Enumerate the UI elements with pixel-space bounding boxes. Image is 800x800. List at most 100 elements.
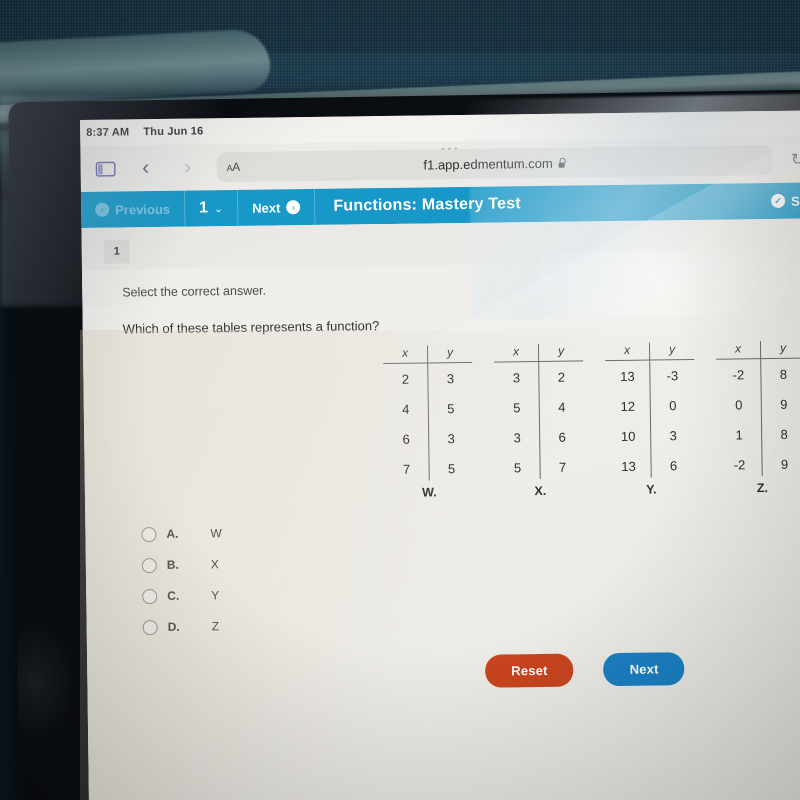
column-header: x [715,341,761,360]
table-cell: 3 [428,422,474,454]
table-label: X. [534,483,547,499]
next-button[interactable]: Next [603,652,685,687]
answer-options: A. W B. X C. Y D. Z [141,518,223,643]
table-cell: 2 [401,371,410,387]
table-row: 18 [717,418,800,450]
submit-label: Submit [790,192,800,209]
photo-of-tablet: 8:37 AM Thu Jun 16 ••• ‹ › AA f1.app.edm… [0,0,800,800]
sidebar-icon[interactable] [88,153,122,183]
table-cell: 9 [761,448,800,477]
table-cell: 3 [513,430,521,446]
table-cell: -2 [732,367,745,383]
table-row: 13 6 [606,449,696,478]
option-letter: D. [167,619,180,634]
table-cell: 3 [512,370,521,386]
status-bar-date: Thu Jun 16 [143,125,204,139]
tables-group: x y 2 3 4 5 6 3 7 5 W. x y 3 2 5 4 3 6 5 7 X. x y 13 -3 12 0 10 3 13 6 Y… [382,340,800,501]
table-y: x y 13 -3 12 0 10 3 13 6 [604,341,696,478]
table-cell: 9 [761,388,800,420]
table-w: xy23456375 [382,344,474,481]
table-row: 45 [384,392,473,424]
arrow-right-circle-icon: › [286,200,301,215]
table-header-row: xy [715,340,800,360]
answer-option-b[interactable]: B. X [141,549,223,580]
lock-icon [558,158,566,168]
table-label: Y. [646,482,657,497]
option-value: W [210,526,222,541]
option-value: X [210,557,219,572]
table-label: Z. [756,481,769,496]
radio-button[interactable] [142,588,158,604]
table-cell: 0 [650,389,695,421]
reset-button[interactable]: Reset [485,653,574,688]
table-cell: 0 [735,397,743,413]
table-cell: 8 [761,418,800,450]
table-x: xy32543657 [493,343,585,480]
instruction-text: Select the correct answer. [122,283,267,300]
reload-icon[interactable]: ↻ [782,144,800,174]
column-header: x [493,344,539,363]
table-cell: 6 [539,421,585,453]
radio-button[interactable] [141,557,157,573]
radio-button[interactable] [141,526,157,542]
table-cell: 5 [428,452,474,481]
table-cell: 1 [735,427,743,443]
table-row: 10 3 [606,419,696,451]
table-cell: 6 [650,449,696,478]
function-table: x y 3 2 5 4 3 6 5 7 X. [493,343,585,499]
table-header-row: xy [493,343,584,363]
back-button[interactable]: ‹ [126,153,164,183]
column-header: y [427,344,473,363]
table-cell: 4 [539,391,584,423]
text-size-icon[interactable]: AA [227,160,240,174]
table-cell: 2 [538,360,584,393]
table-row: 54 [495,391,584,423]
status-bar-time: 8:37 AM [86,126,130,139]
test-title: Functions: Mastery Test [333,195,521,215]
answer-option-a[interactable]: A. W [141,518,222,549]
column-header: x [382,345,428,364]
table-cell: 5 [513,400,521,416]
table-row: 63 [384,422,474,454]
table-header-row: xy [382,344,473,364]
column-header: y [538,343,584,362]
answer-option-c[interactable]: C. Y [142,580,223,611]
action-buttons: Reset Next [485,652,685,688]
next-nav-label: Next [252,199,281,216]
submit-button[interactable]: ✓ Submit [770,192,800,209]
table-cell: 10 [620,428,636,444]
table-header-row: xy [604,341,695,361]
previous-button[interactable]: ‹ Previous [81,191,184,228]
check-circle-icon: ✓ [770,193,786,208]
option-letter: B. [166,557,179,572]
table-row: 09 [717,388,800,420]
forward-button[interactable]: › [168,152,206,182]
function-table: x y 2 3 4 5 6 3 7 5 W. [382,344,474,500]
chevron-down-icon: ⌄ [213,202,224,215]
option-value: Y [211,588,220,603]
page-number-value: 1 [198,199,209,217]
column-header: y [760,340,800,359]
table-label: W. [422,485,437,500]
radio-button[interactable] [142,619,158,635]
table-cell: -2 [733,457,746,473]
table-cell: 3 [427,362,473,394]
answer-option-d[interactable]: D. Z [142,611,223,642]
table-row: -2 9 [717,448,800,477]
table-cell: 4 [402,401,410,417]
option-value: Z [211,619,220,634]
next-nav-button[interactable]: Next › [238,189,315,226]
table-row: 32 [494,360,584,393]
tablet-screen: 8:37 AM Thu Jun 16 ••• ‹ › AA f1.app.edm… [80,110,800,800]
question-prompt: Which of these tables represents a funct… [122,318,380,337]
column-header: y [649,341,695,361]
table-cell: 8 [760,358,800,390]
table-cell: -3 [649,359,695,391]
table-z: x y -2 8 0 9 1 8 -2 9 [715,340,800,477]
table-cell: 3 [650,419,696,451]
address-bar[interactable]: AA f1.app.edmentum.com [216,144,773,183]
function-table: x y 13 -3 12 0 10 3 13 6 Y. [604,341,696,497]
bezel-reflection [16,621,79,743]
page-number-dropdown[interactable]: 1 ⌄ [185,190,238,227]
table-cell: 13 [620,368,635,384]
